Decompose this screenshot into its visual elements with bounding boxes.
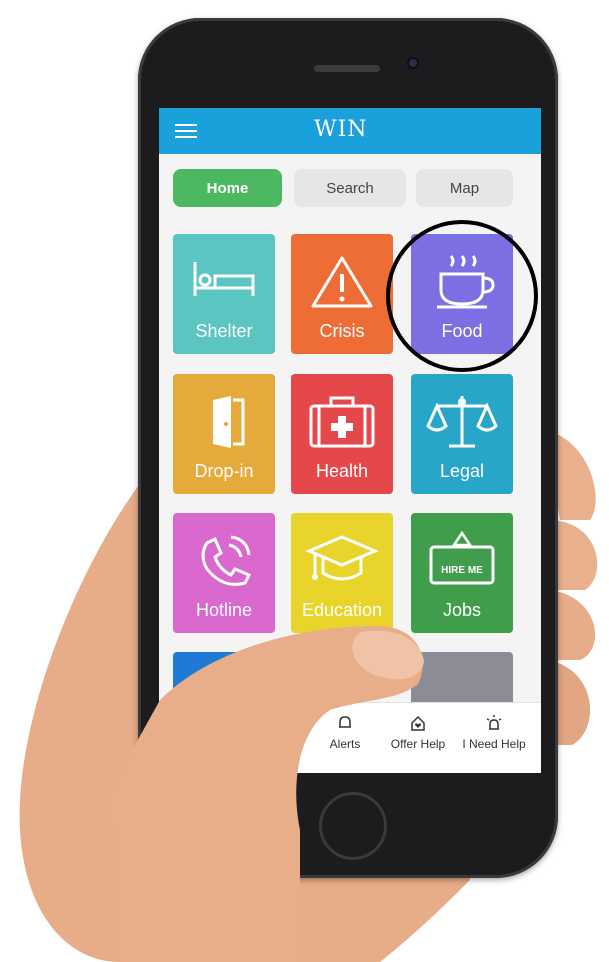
thumb (110, 625, 424, 962)
